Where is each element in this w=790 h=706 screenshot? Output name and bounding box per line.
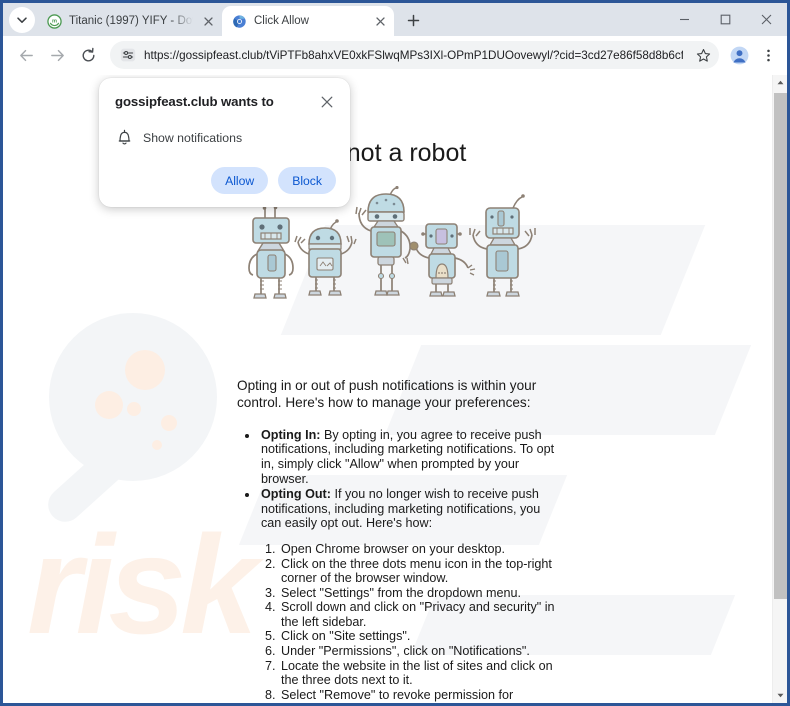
three-dots-menu-icon bbox=[766, 49, 770, 61]
yts-icon: m bbox=[47, 13, 62, 29]
scrollbar-thumb[interactable] bbox=[774, 93, 787, 599]
reload-icon bbox=[82, 47, 94, 61]
forward-button[interactable] bbox=[42, 40, 72, 70]
bookmark-button[interactable] bbox=[691, 43, 715, 67]
arrow-right-icon bbox=[50, 49, 64, 61]
vertical-scrollbar[interactable] bbox=[772, 75, 787, 703]
robot-2 bbox=[294, 218, 357, 296]
list-item: Opting In: By opting in, you agree to re… bbox=[259, 428, 557, 486]
close-icon bbox=[375, 16, 385, 26]
permission-label: Show notifications bbox=[143, 130, 243, 145]
tab-close-button[interactable] bbox=[372, 13, 388, 29]
minimize-icon bbox=[680, 18, 689, 21]
list-item: Click on "Site settings". bbox=[279, 629, 557, 644]
back-button[interactable] bbox=[11, 40, 41, 70]
close-icon bbox=[761, 14, 772, 25]
maximize-button[interactable] bbox=[705, 3, 746, 36]
close-window-button[interactable] bbox=[746, 3, 787, 36]
bullet-term: Opting In: bbox=[261, 427, 321, 442]
chevron-down-icon bbox=[777, 693, 784, 698]
url-text: https://gossipfeast.club/tViPTFb8ahxVE0x… bbox=[144, 48, 683, 62]
dialog-header: gossipfeast.club wants to bbox=[115, 94, 336, 111]
block-button[interactable]: Block bbox=[278, 167, 336, 194]
close-icon bbox=[321, 96, 333, 108]
bell-icon bbox=[118, 129, 131, 145]
tab-strip: m Titanic (1997) YIFY - Download Click A… bbox=[3, 3, 787, 36]
list-item: Click on the three dots menu icon in the… bbox=[279, 557, 557, 586]
robot-1 bbox=[248, 205, 294, 299]
permission-row: Show notifications bbox=[115, 129, 336, 146]
browser-toolbar: https://gossipfeast.club/tViPTFb8ahxVE0x… bbox=[3, 36, 787, 75]
tab-titanic[interactable]: m Titanic (1997) YIFY - Download bbox=[37, 6, 222, 36]
allow-button[interactable]: Allow bbox=[211, 167, 269, 194]
tab-search-button[interactable] bbox=[9, 7, 35, 33]
address-bar[interactable]: https://gossipfeast.club/tViPTFb8ahxVE0x… bbox=[110, 41, 719, 69]
close-icon bbox=[203, 16, 213, 26]
svg-text:m: m bbox=[52, 18, 57, 24]
robot-4 bbox=[409, 222, 476, 297]
opt-bullet-list: Opting In: By opting in, you agree to re… bbox=[259, 428, 557, 531]
chevron-down-icon bbox=[17, 17, 27, 23]
list-item: Opting Out: If you no longer wish to rec… bbox=[259, 487, 557, 531]
dialog-title: gossipfeast.club wants to bbox=[115, 94, 274, 109]
list-item: Open Chrome browser on your desktop. bbox=[279, 542, 557, 557]
maximize-icon bbox=[720, 14, 731, 25]
star-icon bbox=[696, 48, 710, 62]
bullet-term: Opting Out: bbox=[261, 487, 331, 502]
window-controls bbox=[664, 3, 787, 36]
page-viewport: risk if you are not a robot Opting in or… bbox=[3, 75, 787, 703]
list-item: Select "Settings" from the dropdown menu… bbox=[279, 586, 557, 601]
tab-click-allow[interactable]: Click Allow bbox=[222, 6, 394, 36]
robot-5 bbox=[469, 193, 536, 297]
arrow-left-icon bbox=[19, 49, 33, 61]
notification-permission-dialog[interactable]: gossipfeast.club wants to Show notificat… bbox=[99, 78, 350, 207]
intro-paragraph: Opting in or out of push notifications i… bbox=[237, 377, 537, 411]
list-item: Under "Permissions", click on "Notificat… bbox=[279, 644, 557, 659]
list-item: Scroll down and click on "Privacy and se… bbox=[279, 600, 557, 629]
opt-out-steps: Open Chrome browser on your desktop. Cli… bbox=[279, 542, 557, 703]
tab-title: Click Allow bbox=[254, 15, 309, 27]
browser-window: m Titanic (1997) YIFY - Download Click A… bbox=[0, 0, 790, 706]
avatar-icon bbox=[730, 46, 748, 64]
profile-button[interactable] bbox=[724, 40, 754, 70]
site-settings-icon[interactable] bbox=[120, 47, 136, 63]
magnifier-watermark-icon bbox=[48, 313, 217, 522]
dialog-close-button[interactable] bbox=[318, 93, 336, 111]
scroll-down-button[interactable] bbox=[773, 688, 787, 703]
list-item: Select "Remove" to revoke permission for… bbox=[279, 688, 557, 703]
chevron-up-icon bbox=[777, 80, 784, 85]
chrome-menu-button[interactable] bbox=[755, 40, 781, 70]
list-item: Locate the website in the list of sites … bbox=[279, 659, 557, 688]
new-tab-button[interactable] bbox=[400, 7, 426, 33]
watermark-text: risk bbox=[27, 506, 258, 663]
minimize-button[interactable] bbox=[664, 3, 705, 36]
scroll-up-button[interactable] bbox=[773, 75, 787, 90]
reload-button[interactable] bbox=[73, 40, 103, 70]
tab-title: Titanic (1997) YIFY - Download bbox=[69, 15, 193, 27]
chrome-page-icon bbox=[233, 14, 246, 28]
dialog-actions: Allow Block bbox=[115, 167, 336, 194]
tab-close-button[interactable] bbox=[200, 13, 216, 29]
plus-icon bbox=[407, 14, 419, 26]
robot-3 bbox=[355, 185, 411, 296]
